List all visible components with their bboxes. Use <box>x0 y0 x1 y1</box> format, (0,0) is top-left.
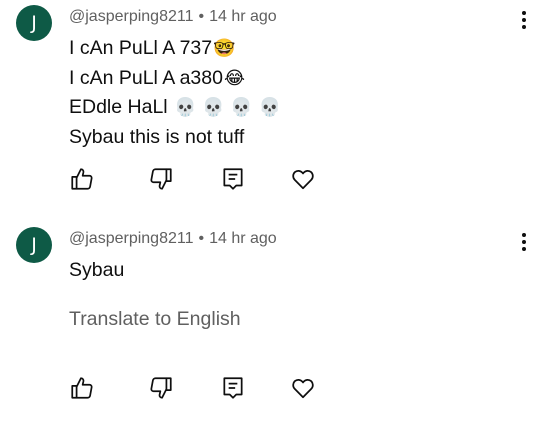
comment-text: Sybau <box>69 256 124 285</box>
comment-line: Sybau <box>69 259 125 281</box>
reply-icon[interactable] <box>220 166 248 194</box>
comment-actions <box>69 166 329 194</box>
author-handle[interactable]: @jasperping8211 <box>69 230 193 247</box>
comment: J @jasperping8211 • 14 hr ago I cAn PuLl A… <box>0 0 560 210</box>
avatar[interactable]: J <box>16 5 52 41</box>
comment: J @jasperping8211 • 14 hr ago Sybau Transl… <box>0 222 560 448</box>
avatar[interactable]: J <box>16 227 52 263</box>
comment-line: I cAn PuLl A a380😂 <box>69 66 245 89</box>
heart-icon[interactable] <box>290 375 318 403</box>
more-options-icon[interactable] <box>516 11 532 35</box>
comment-line: EDdle HaLl 💀 💀 💀 💀 <box>69 96 281 118</box>
comment-meta: @jasperping8211 • 14 hr ago <box>69 8 277 26</box>
comment-meta: @jasperping8211 • 14 hr ago <box>69 230 277 248</box>
heart-icon[interactable] <box>290 166 318 194</box>
meta-separator: • <box>198 8 205 25</box>
translate-link[interactable]: Translate to English <box>69 308 241 331</box>
dislike-icon[interactable] <box>148 375 176 403</box>
laughing-tears-emoji: 😂 <box>223 67 245 89</box>
timestamp: 14 hr ago <box>209 8 277 25</box>
comment-line: I cAn PuLl A 737🤓 <box>69 37 236 59</box>
timestamp: 14 hr ago <box>209 230 277 247</box>
nerd-face-emoji: 🤓 <box>213 38 236 59</box>
comments-section: J @jasperping8211 • 14 hr ago I cAn PuLl A… <box>0 0 560 448</box>
skull-emoji: 💀 💀 💀 💀 <box>174 97 281 118</box>
dislike-icon[interactable] <box>148 166 176 194</box>
reply-icon[interactable] <box>220 375 248 403</box>
comment-actions <box>69 375 329 403</box>
author-handle[interactable]: @jasperping8211 <box>69 8 193 25</box>
comment-text: I cAn PuLl A 737🤓 I cAn PuLl A a380😂 EDd… <box>69 34 281 151</box>
more-options-icon[interactable] <box>516 233 532 257</box>
like-icon[interactable] <box>69 375 97 403</box>
like-icon[interactable] <box>69 166 97 194</box>
comment-line: Sybau this is not tuff <box>69 125 245 148</box>
meta-separator: • <box>198 230 205 247</box>
